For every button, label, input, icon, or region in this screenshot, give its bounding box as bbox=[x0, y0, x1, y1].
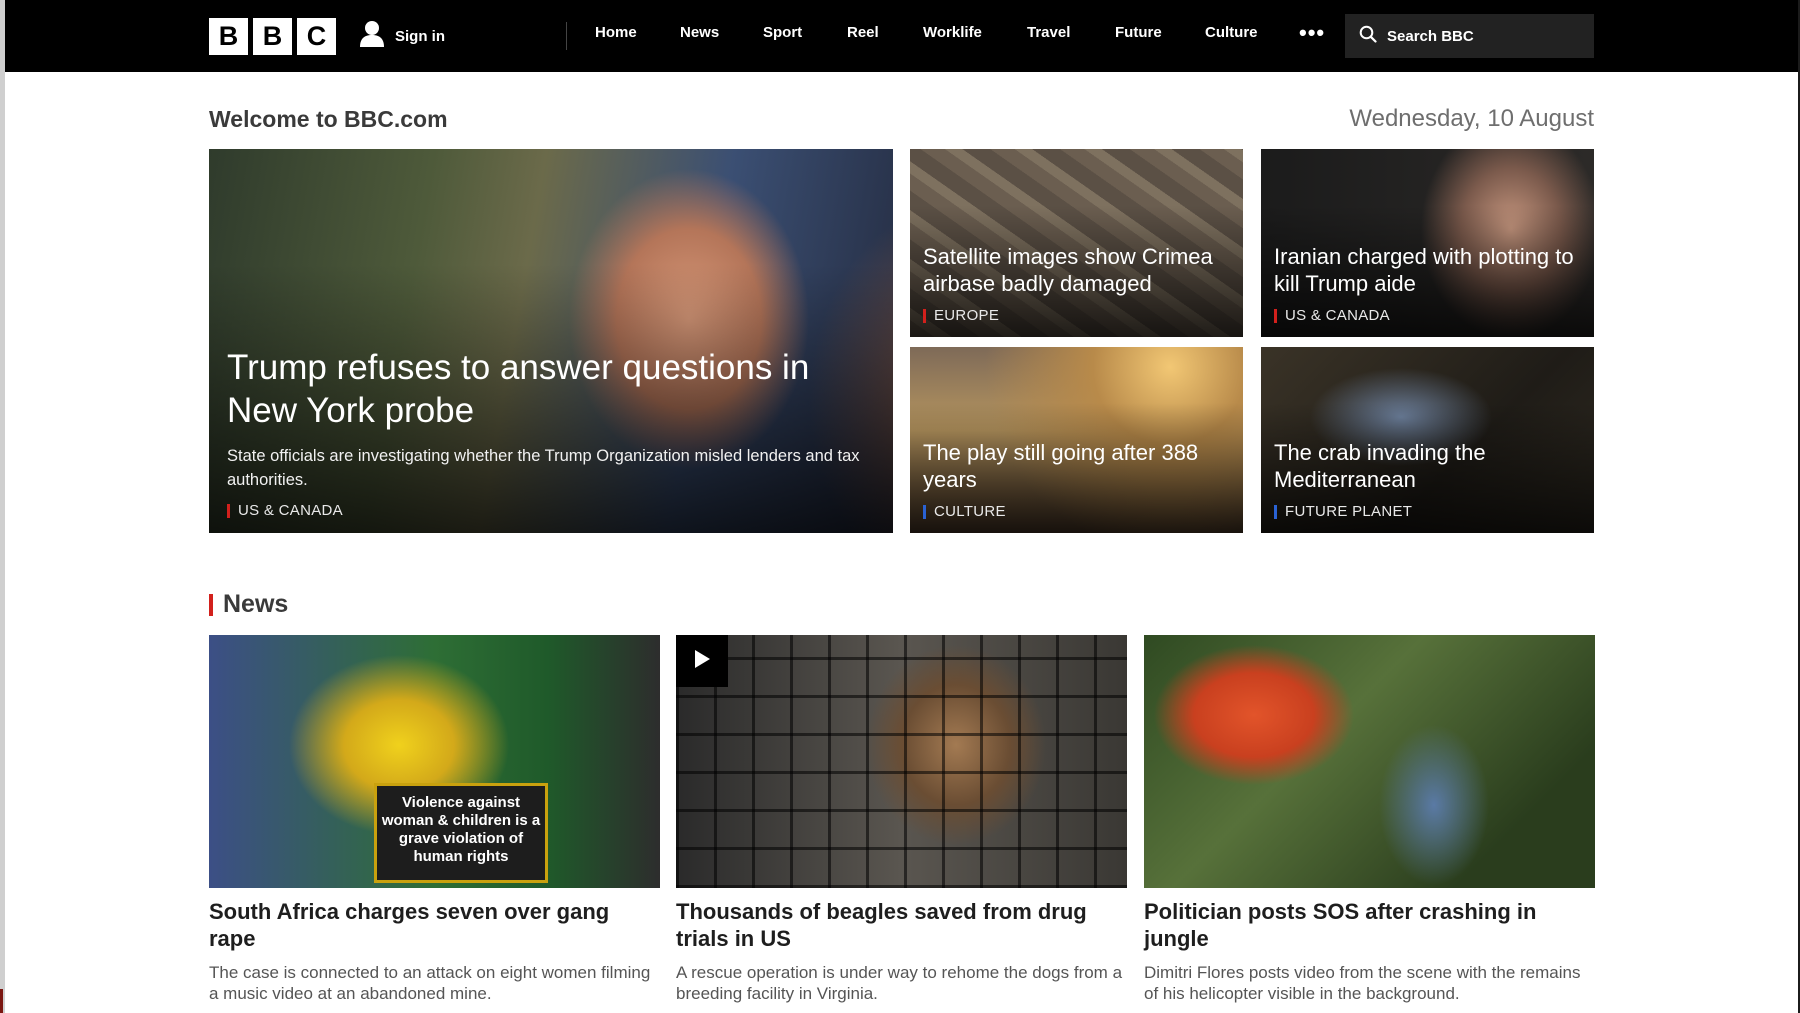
hero-story-main[interactable]: Trump refuses to answer questions in New… bbox=[209, 149, 893, 533]
hero-tile-caption: Iranian charged with plotting to kill Tr… bbox=[1274, 243, 1581, 324]
tag-marker bbox=[227, 503, 230, 518]
news-card-summary: The case is connected to an attack on ei… bbox=[209, 963, 651, 1003]
hero-tile-tag[interactable]: FUTURE PLANET bbox=[1274, 503, 1581, 520]
hero-tile-tag-label: EUROPE bbox=[934, 307, 1000, 324]
protest-sign-text: Violence against woman & children is a g… bbox=[374, 783, 548, 883]
top-navigation-bar: B B C Sign in Home News Sport Reel Workl… bbox=[5, 0, 1798, 72]
nav-divider bbox=[566, 22, 567, 50]
window-frame-left bbox=[0, 0, 5, 1013]
news-card[interactable]: Politician posts SOS after crashing in j… bbox=[1144, 635, 1595, 1004]
logo-letter-c: C bbox=[297, 18, 336, 55]
news-section-label: News bbox=[223, 590, 289, 618]
sign-in-button[interactable]: Sign in bbox=[359, 18, 445, 54]
news-card-image[interactable] bbox=[676, 635, 1127, 888]
hero-tile-tag-label: CULTURE bbox=[934, 503, 1006, 520]
nav-item-home[interactable]: Home bbox=[595, 24, 637, 41]
news-card-image[interactable] bbox=[1144, 635, 1595, 888]
hero-tile-caption: The crab invading the Mediterranean FUTU… bbox=[1274, 439, 1581, 520]
hero-main-summary: State officials are investigating whethe… bbox=[227, 447, 860, 489]
hero-tile-crab[interactable]: The crab invading the Mediterranean FUTU… bbox=[1261, 347, 1594, 533]
video-play-button[interactable] bbox=[676, 635, 728, 687]
tag-marker bbox=[923, 308, 926, 323]
hero-tile-tag-label: FUTURE PLANET bbox=[1285, 503, 1413, 520]
nav-item-worklife[interactable]: Worklife bbox=[923, 24, 982, 41]
hero-tile-crimea[interactable]: Satellite images show Crimea airbase bad… bbox=[910, 149, 1243, 337]
hero-tile-caption: The play still going after 388 years CUL… bbox=[923, 439, 1230, 520]
nav-item-reel[interactable]: Reel bbox=[847, 24, 879, 41]
nav-item-sport[interactable]: Sport bbox=[763, 24, 802, 41]
window-frame-corner bbox=[0, 989, 3, 1013]
logo-letter-b1: B bbox=[209, 18, 248, 55]
sign-in-label: Sign in bbox=[395, 27, 445, 45]
search-icon bbox=[1359, 25, 1377, 48]
logo-letter-b2: B bbox=[253, 18, 292, 55]
news-card[interactable]: Violence against woman & children is a g… bbox=[209, 635, 660, 1004]
welcome-heading: Welcome to BBC.com bbox=[209, 106, 448, 132]
hero-tile-headline[interactable]: The play still going after 388 years bbox=[923, 439, 1230, 493]
hero-main-headline[interactable]: Trump refuses to answer questions in New… bbox=[227, 346, 880, 432]
nav-item-news[interactable]: News bbox=[680, 24, 719, 41]
hero-main-tag[interactable]: US & CANADA bbox=[227, 502, 880, 519]
nav-item-culture[interactable]: Culture bbox=[1205, 24, 1258, 41]
tag-marker bbox=[923, 504, 926, 519]
news-card-title[interactable]: South Africa charges seven over gang rap… bbox=[209, 898, 660, 952]
hero-main-caption: Trump refuses to answer questions in New… bbox=[227, 346, 880, 519]
hero-tile-tag[interactable]: EUROPE bbox=[923, 307, 1230, 324]
nav-item-future[interactable]: Future bbox=[1115, 24, 1162, 41]
hero-tile-headline[interactable]: Iranian charged with plotting to kill Tr… bbox=[1274, 243, 1581, 297]
hero-tile-play[interactable]: The play still going after 388 years CUL… bbox=[910, 347, 1243, 533]
user-icon bbox=[359, 20, 385, 52]
news-card-summary: A rescue operation is under way to rehom… bbox=[676, 963, 1123, 1003]
hero-tile-tag-label: US & CANADA bbox=[1285, 307, 1390, 324]
hero-main-tag-label: US & CANADA bbox=[238, 502, 343, 519]
section-marker bbox=[209, 593, 213, 616]
nav-item-travel[interactable]: Travel bbox=[1027, 24, 1070, 41]
news-card[interactable]: Thousands of beagles saved from drug tri… bbox=[676, 635, 1127, 1004]
news-card-image[interactable]: Violence against woman & children is a g… bbox=[209, 635, 660, 888]
news-card-title[interactable]: Politician posts SOS after crashing in j… bbox=[1144, 898, 1595, 952]
news-card-summary: Dimitri Flores posts video from the scen… bbox=[1144, 963, 1581, 1003]
hero-tile-tag[interactable]: CULTURE bbox=[923, 503, 1230, 520]
hero-tile-caption: Satellite images show Crimea airbase bad… bbox=[923, 243, 1230, 324]
hero-tile-iranian-plot[interactable]: Iranian charged with plotting to kill Tr… bbox=[1261, 149, 1594, 337]
tag-marker bbox=[1274, 308, 1277, 323]
hero-tile-tag[interactable]: US & CANADA bbox=[1274, 307, 1581, 324]
play-icon bbox=[693, 649, 711, 674]
bbc-logo[interactable]: B B C bbox=[209, 18, 336, 55]
current-date: Wednesday, 10 August bbox=[1349, 105, 1594, 132]
search-box[interactable] bbox=[1345, 14, 1594, 58]
search-input[interactable] bbox=[1387, 27, 1577, 45]
tag-marker bbox=[1274, 504, 1277, 519]
news-section-title[interactable]: News bbox=[209, 590, 288, 619]
more-menu-button[interactable]: ••• bbox=[1299, 20, 1325, 46]
hero-tile-headline[interactable]: The crab invading the Mediterranean bbox=[1274, 439, 1581, 493]
news-card-title[interactable]: Thousands of beagles saved from drug tri… bbox=[676, 898, 1127, 952]
hero-tile-headline[interactable]: Satellite images show Crimea airbase bad… bbox=[923, 243, 1230, 297]
